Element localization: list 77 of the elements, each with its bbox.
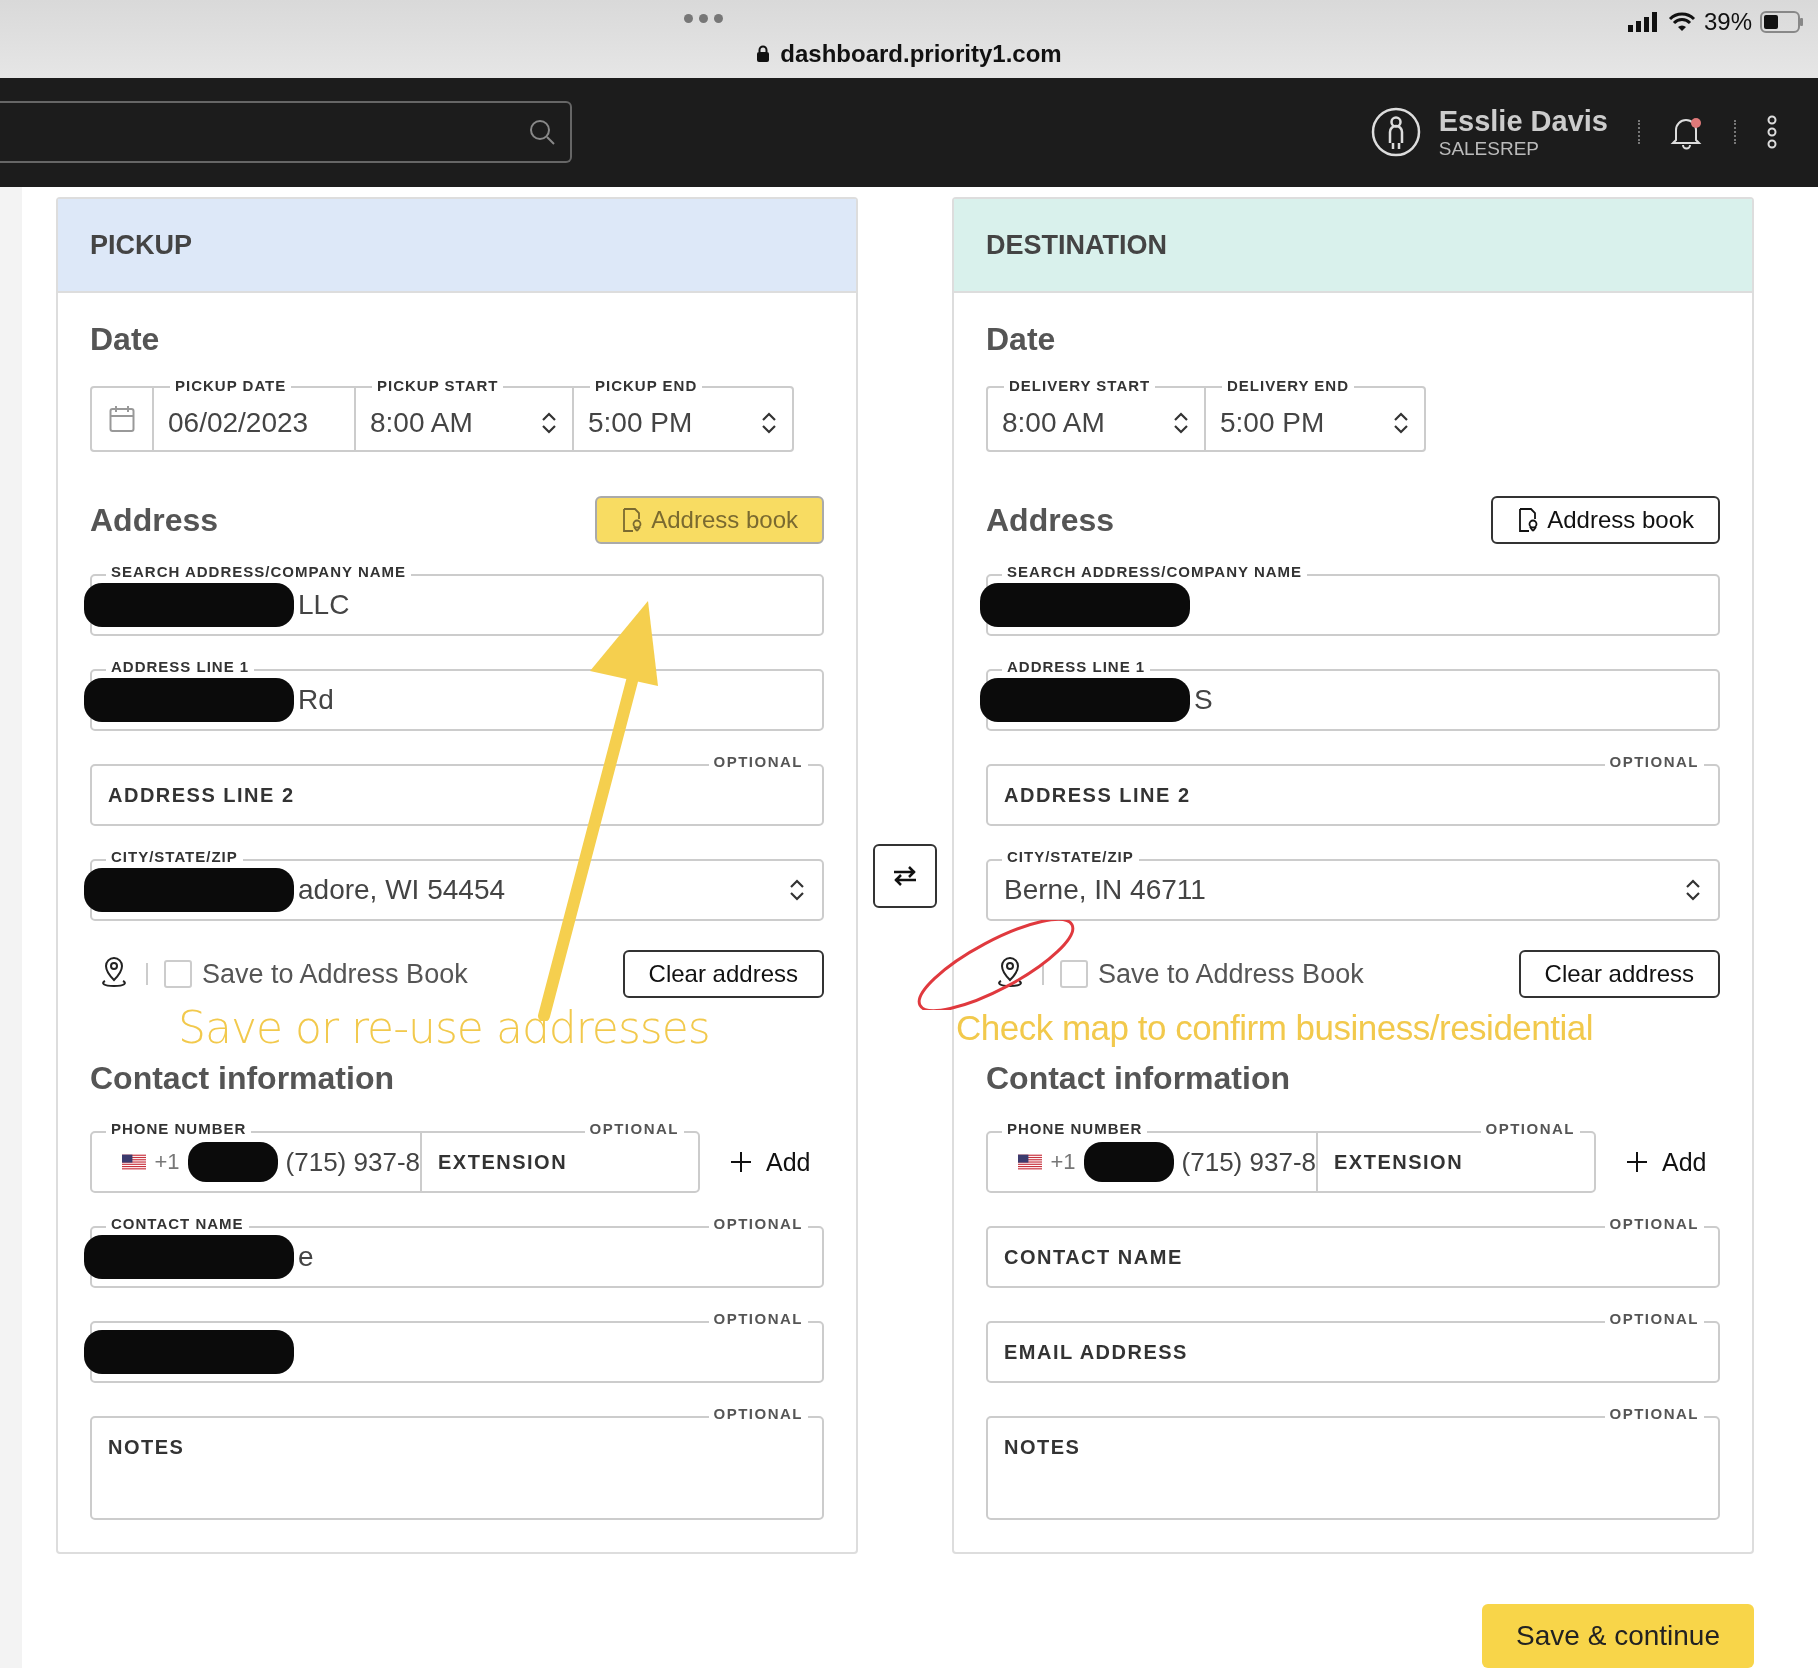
country-code: +1 [1050,1149,1076,1175]
battery-percent: 39% [1703,8,1752,36]
date-field[interactable]: 06/02/2023 [154,396,354,450]
section-heading: Contact information [986,1060,1291,1097]
address-book-icon [621,508,644,532]
plus-icon [1626,1151,1648,1173]
field-value: S [1194,684,1213,716]
user-avatar-icon[interactable] [1370,107,1421,158]
up-down-chevron-icon [788,878,806,902]
field-placeholder: NOTES [108,1436,185,1459]
field-value: (715) 937-8 [285,1146,420,1178]
lock-icon [756,44,771,63]
section-heading: Address [90,501,219,539]
search-field[interactable] [0,101,572,164]
field-value: e [298,1241,314,1273]
panel-title: DESTINATION [986,229,1167,261]
field-value: 8:00 AM [1002,407,1105,439]
country-code: +1 [154,1149,180,1175]
signal-icon [1627,12,1660,32]
map-pin-icon[interactable] [100,956,128,988]
swap-button[interactable] [873,843,937,908]
time-select[interactable]: 5:00 PM [1206,396,1424,450]
field-value: 8:00 AM [370,407,473,439]
up-down-chevron-icon [1684,878,1702,902]
clear-address-button[interactable]: Clear address [1518,950,1720,998]
address-book-icon [1517,508,1540,532]
up-down-chevron-icon [1392,411,1410,435]
user-role: SALESREP [1438,137,1541,160]
save-continue-button[interactable]: Save & continue [1482,1604,1754,1668]
field-value: LLC [298,589,350,621]
field-placeholder: CONTACT NAME [1004,1245,1183,1269]
calendar-icon [109,405,135,433]
handwritten-annotation: Check map to confirm business/residential [956,1007,1594,1049]
swap-arrows-icon [892,864,918,887]
handwritten-annotation: Save or re-use addresses [178,1002,711,1054]
section-heading: Date [986,321,1057,358]
address-book-button[interactable]: Address book [595,496,824,544]
time-select[interactable]: 5:00 PM [574,396,792,450]
panel-title: PICKUP [90,229,192,261]
field-placeholder: EMAIL ADDRESS [1004,1340,1188,1364]
field-value: 06/02/2023 [168,407,309,439]
user-name: Esslie Davis [1438,104,1608,138]
field-placeholder: EXTENSION [1334,1150,1464,1174]
time-select[interactable]: 8:00 AM [356,396,572,450]
field-value: 5:00 PM [588,407,693,439]
section-heading: Contact information [90,1060,395,1097]
time-select[interactable]: 8:00 AM [988,396,1204,450]
field-placeholder: NOTES [1004,1436,1081,1459]
field-value: (715) 937-8 [1181,1146,1316,1178]
field-value: Rd [298,684,334,716]
clear-address-button[interactable]: Clear address [622,950,824,998]
field-placeholder: ADDRESS LINE 2 [1004,783,1191,807]
up-down-chevron-icon [1172,411,1190,435]
field-value: 5:00 PM [1220,407,1325,439]
field-value: adore, WI 54454 [298,874,506,906]
add-phone-button[interactable]: Add [726,1143,815,1181]
up-down-chevron-icon [540,411,558,435]
checkbox[interactable] [164,960,192,988]
url-text[interactable]: dashboard.priority1.com [780,39,1062,68]
plus-icon [730,1151,752,1173]
more-menu-icon[interactable] [1766,114,1778,151]
field-placeholder: ADDRESS LINE 2 [108,783,295,807]
address-book-button[interactable]: Address book [1491,496,1720,544]
search-icon [528,118,556,147]
checkbox-label[interactable]: Save to Address Book [1098,958,1364,990]
checkbox-label[interactable]: Save to Address Book [202,958,468,990]
section-heading: Date [90,321,161,358]
section-heading: Address [986,501,1115,539]
wifi-icon [1667,12,1696,32]
map-pin-icon[interactable] [996,956,1024,988]
battery-icon [1760,11,1804,33]
up-down-chevron-icon [760,411,778,435]
window-dots-icon [684,14,723,23]
add-phone-button[interactable]: Add [1622,1143,1711,1181]
field-placeholder: EXTENSION [438,1150,568,1174]
field-value: Berne, IN 46711 [1004,874,1206,906]
checkbox[interactable] [1060,960,1088,988]
